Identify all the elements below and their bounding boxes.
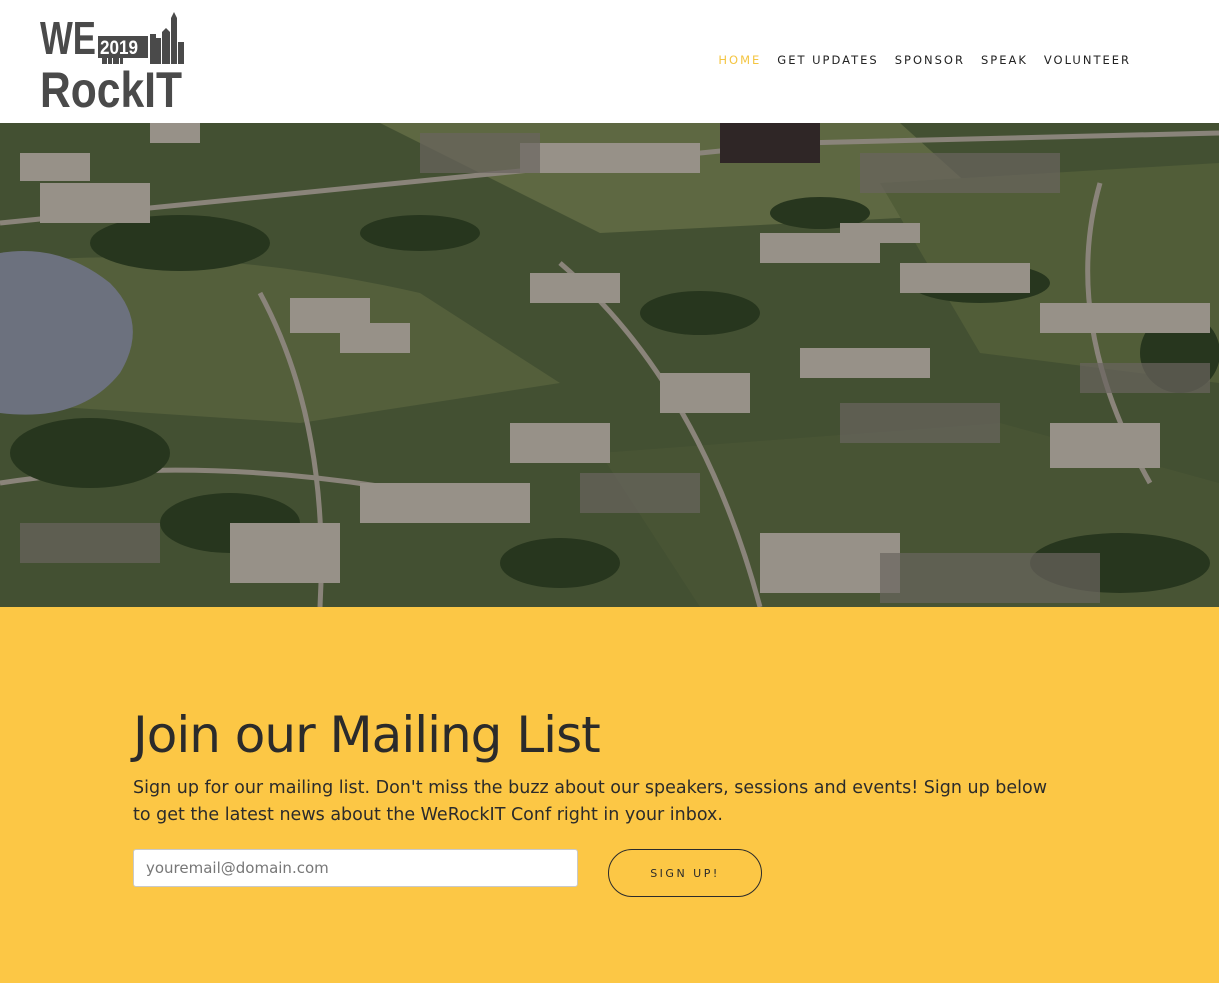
nav-get-updates[interactable]: Get Updates	[769, 52, 886, 68]
mailing-description: Sign up for our mailing list. Don't miss…	[133, 778, 1048, 825]
main-nav: Home Get Updates Sponsor Speak Volunteer	[710, 52, 1139, 68]
hero-overlay	[0, 123, 1219, 607]
site-logo[interactable]: WE 2019 RockIT	[40, 12, 184, 108]
nav-speak[interactable]: Speak	[973, 52, 1036, 68]
nav-volunteer[interactable]: Volunteer	[1036, 52, 1139, 68]
logo-year: 2019	[100, 38, 138, 59]
hero-aerial-image	[0, 123, 1219, 607]
nav-sponsor[interactable]: Sponsor	[887, 52, 973, 68]
logo-we: WE	[40, 12, 96, 64]
mailing-title: Join our Mailing List	[133, 706, 601, 764]
site-header: WE 2019 RockIT Home Get Updates Sponsor …	[0, 0, 1219, 123]
nav-home[interactable]: Home	[710, 52, 769, 68]
signup-button[interactable]: Sign up!	[608, 849, 762, 897]
mailing-list-section: Join our Mailing List Sign up for our ma…	[0, 607, 1219, 983]
logo-rockit: RockIT	[40, 62, 182, 108]
email-field[interactable]	[133, 849, 578, 887]
